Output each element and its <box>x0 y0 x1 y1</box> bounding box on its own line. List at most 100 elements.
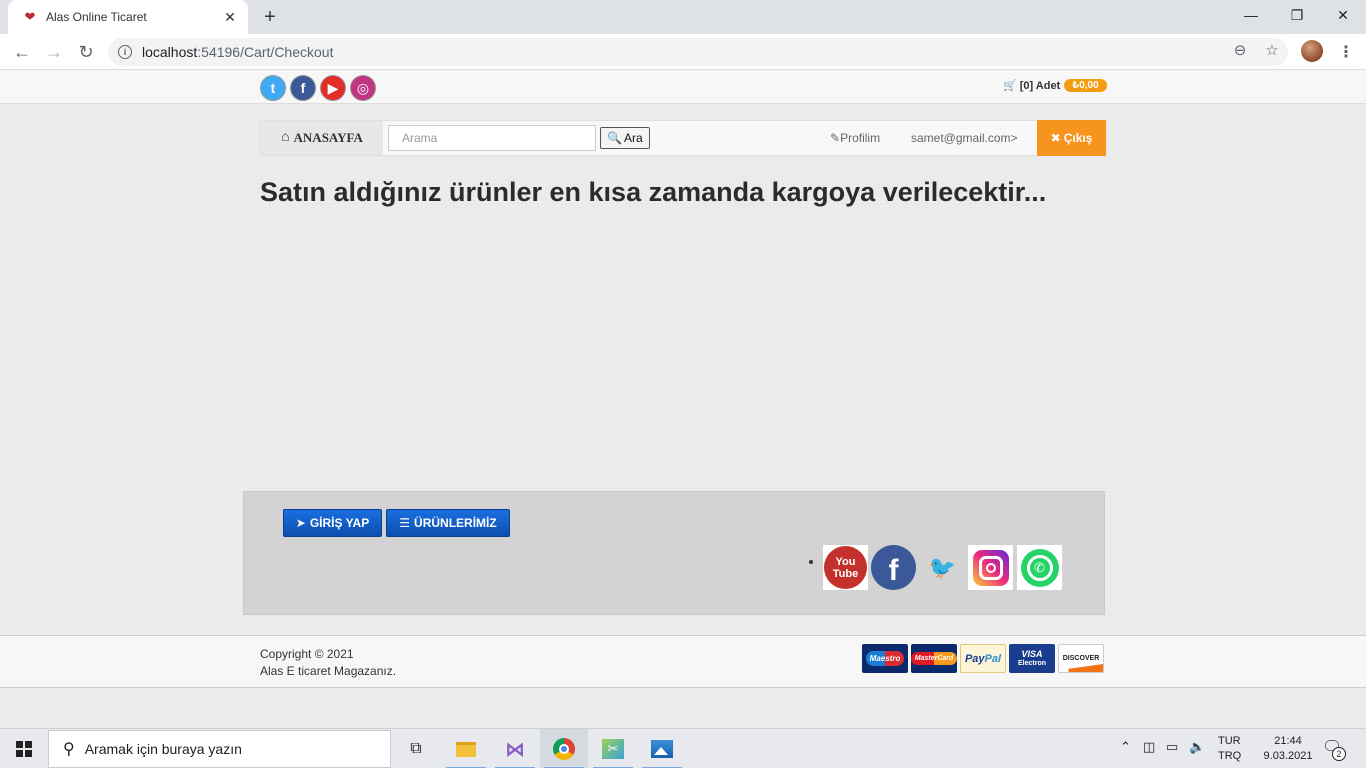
visa-sub-label: Electron <box>1017 659 1046 667</box>
url-text: localhost:54196/Cart/Checkout <box>142 44 333 60</box>
paypal-pal: Pal <box>984 652 1002 665</box>
maximize-button[interactable]: ❐ <box>1274 0 1320 30</box>
photos-icon[interactable] <box>638 729 686 768</box>
login-button[interactable]: ➤ GİRİŞ YAP <box>283 509 382 537</box>
web-page: t f ▶ ◎ 🛒 [0] Adet ₺0,00 ⌂ ANASAYFA 🔍 Ar… <box>0 70 1366 728</box>
login-label: GİRİŞ YAP <box>309 516 370 530</box>
site-info-icon[interactable]: i <box>118 45 132 59</box>
footer-instagram-icon[interactable] <box>968 545 1013 590</box>
site-favicon-icon: ❤ <box>24 9 36 24</box>
products-label: ÜRÜNLERİMİZ <box>414 516 497 530</box>
logout-label: Çıkış <box>1063 131 1093 145</box>
tab-close-icon[interactable]: ✕ <box>222 9 238 25</box>
list-bullet <box>809 560 813 564</box>
search-button-label: Ara <box>623 131 643 145</box>
facebook-logo: f <box>871 545 916 590</box>
maestro-label: Maestro <box>865 651 905 666</box>
clock-date: 9.03.2021 <box>1263 750 1313 762</box>
search-input[interactable] <box>388 125 596 151</box>
file-explorer-icon[interactable] <box>442 729 490 768</box>
bookmark-star-icon[interactable]: ☆ <box>1260 38 1284 62</box>
discover-logo: DISCOVER <box>1058 644 1104 673</box>
taskbar-search-placeholder: Aramak için buraya yazın <box>84 741 242 757</box>
clock-time: 21:44 <box>1274 735 1302 747</box>
main-navbar: ⌂ ANASAYFA 🔍 Ara ✎ Profilim samet@gmail.… <box>260 120 1106 156</box>
profile-avatar[interactable] <box>1301 40 1323 62</box>
windows-taskbar: ⚲ Aramak için buraya yazın ⧉ ⋈ ✂ ⌃ ◫ ▭ 🔈… <box>0 728 1366 768</box>
search-button[interactable]: 🔍 Ara <box>600 127 650 149</box>
twitter-icon[interactable]: t <box>260 75 286 101</box>
start-button[interactable] <box>0 729 48 768</box>
browser-toolbar: ← → ↻ i localhost:54196/Cart/Checkout ⊖ … <box>0 34 1366 70</box>
profile-label: Profilim <box>840 131 881 145</box>
zoom-icon[interactable]: ⊖ <box>1228 38 1252 62</box>
battery-icon[interactable]: ▭ <box>1166 739 1178 755</box>
address-bar[interactable]: i localhost:54196/Cart/Checkout <box>108 38 1288 66</box>
arrow-right-icon: ➤ <box>295 516 306 530</box>
top-strip: t f ▶ ◎ 🛒 [0] Adet ₺0,00 <box>0 70 1366 104</box>
edit-icon: ✎ <box>830 131 841 145</box>
maestro-logo: Maestro <box>862 644 908 673</box>
back-arrow-icon[interactable]: ← <box>10 40 34 64</box>
visual-studio-icon[interactable]: ⋈ <box>491 729 539 768</box>
site-footer: Copyright © 2021 Alas E ticaret Magazanı… <box>0 635 1366 688</box>
minimize-button[interactable]: — <box>1228 0 1274 30</box>
instagram-icon[interactable]: ◎ <box>350 75 376 101</box>
search-icon: ⚲ <box>63 741 75 758</box>
reload-icon[interactable]: ↻ <box>74 40 98 64</box>
meet-now-icon[interactable]: ◫ <box>1143 739 1155 755</box>
windows-logo-icon <box>16 741 32 757</box>
forward-arrow-icon[interactable]: → <box>42 40 66 64</box>
user-email-link[interactable]: samet@gmail.com> <box>911 131 1018 145</box>
cart-icon: 🛒 <box>1003 80 1017 92</box>
input-language[interactable]: TUR TRQ <box>1218 734 1241 764</box>
task-view-icon[interactable]: ⧉ <box>392 729 440 768</box>
payment-methods: Maestro MasterCard Pay Pal VISA Electron D… <box>862 644 1104 673</box>
products-button[interactable]: ☰ ÜRÜNLERİMİZ <box>386 509 510 537</box>
footer-whatsapp-icon[interactable]: ✆ <box>1017 545 1062 590</box>
language-code: TUR <box>1218 735 1241 747</box>
close-window-button[interactable]: ✕ <box>1320 0 1366 30</box>
profile-link[interactable]: ✎ Profilim <box>830 131 880 145</box>
browser-tab[interactable]: ❤ Alas Online Ticaret ✕ <box>8 0 248 34</box>
browser-menu-icon[interactable]: ⋮ <box>1336 40 1356 64</box>
snip-tool-icon[interactable]: ✂ <box>589 729 637 768</box>
discover-label: DISCOVER <box>1062 655 1100 662</box>
url-host: localhost <box>142 44 198 60</box>
chevron-up-icon[interactable]: ⌃ <box>1120 739 1131 755</box>
system-clock[interactable]: 21:44 9.03.2021 <box>1258 734 1318 764</box>
footer-twitter-icon[interactable]: 🐦 <box>920 545 965 590</box>
footer-panel: ➤ GİRİŞ YAP ☰ ÜRÜNLERİMİZ You Tube f 🐦 ✆ <box>243 491 1105 615</box>
copyright-line: Copyright © 2021 <box>260 647 354 661</box>
copyright: Copyright © 2021 Alas E ticaret Magazanı… <box>260 646 396 680</box>
paypal-pay: Pay <box>964 652 985 665</box>
paypal-logo: Pay Pal <box>960 644 1006 673</box>
store-name-line: Alas E ticaret Magazanız. <box>260 664 397 678</box>
footer-facebook-icon[interactable]: f <box>871 545 916 590</box>
cart-summary[interactable]: 🛒 [0] Adet ₺0,00 <box>1003 79 1107 92</box>
twitter-bird: 🐦 <box>928 554 957 580</box>
home-icon: ⌂ <box>281 130 290 145</box>
instagram-logo <box>972 549 1009 586</box>
home-link[interactable]: ⌂ ANASAYFA <box>261 121 383 155</box>
list-icon: ☰ <box>399 516 411 530</box>
mastercard-label: MasterCard <box>910 652 958 665</box>
header-social-links: t f ▶ ◎ <box>260 75 376 101</box>
youtube-logo-bottom: Tube <box>832 567 859 580</box>
logout-button[interactable]: ✖ Çıkış <box>1037 120 1106 156</box>
taskbar-search[interactable]: ⚲ Aramak için buraya yazın <box>48 730 391 768</box>
notification-center-icon[interactable]: 🗨 2 <box>1322 737 1346 761</box>
volume-icon[interactable]: 🔈 <box>1189 739 1205 755</box>
chrome-icon[interactable] <box>540 729 588 768</box>
page-title: Satın aldığınız ürünler en kısa zamanda … <box>260 177 1047 207</box>
mastercard-logo: MasterCard <box>910 644 958 673</box>
whatsapp-logo: ✆ <box>1020 548 1059 587</box>
facebook-icon[interactable]: f <box>290 75 316 101</box>
home-label: ANASAYFA <box>293 130 363 145</box>
footer-youtube-icon[interactable]: You Tube <box>823 545 868 590</box>
cart-total-badge: ₺0,00 <box>1064 79 1107 92</box>
new-tab-button[interactable]: + <box>258 5 282 29</box>
youtube-icon[interactable]: ▶ <box>320 75 346 101</box>
youtube-logo: You Tube <box>824 546 867 589</box>
search-icon: 🔍 <box>607 131 622 145</box>
